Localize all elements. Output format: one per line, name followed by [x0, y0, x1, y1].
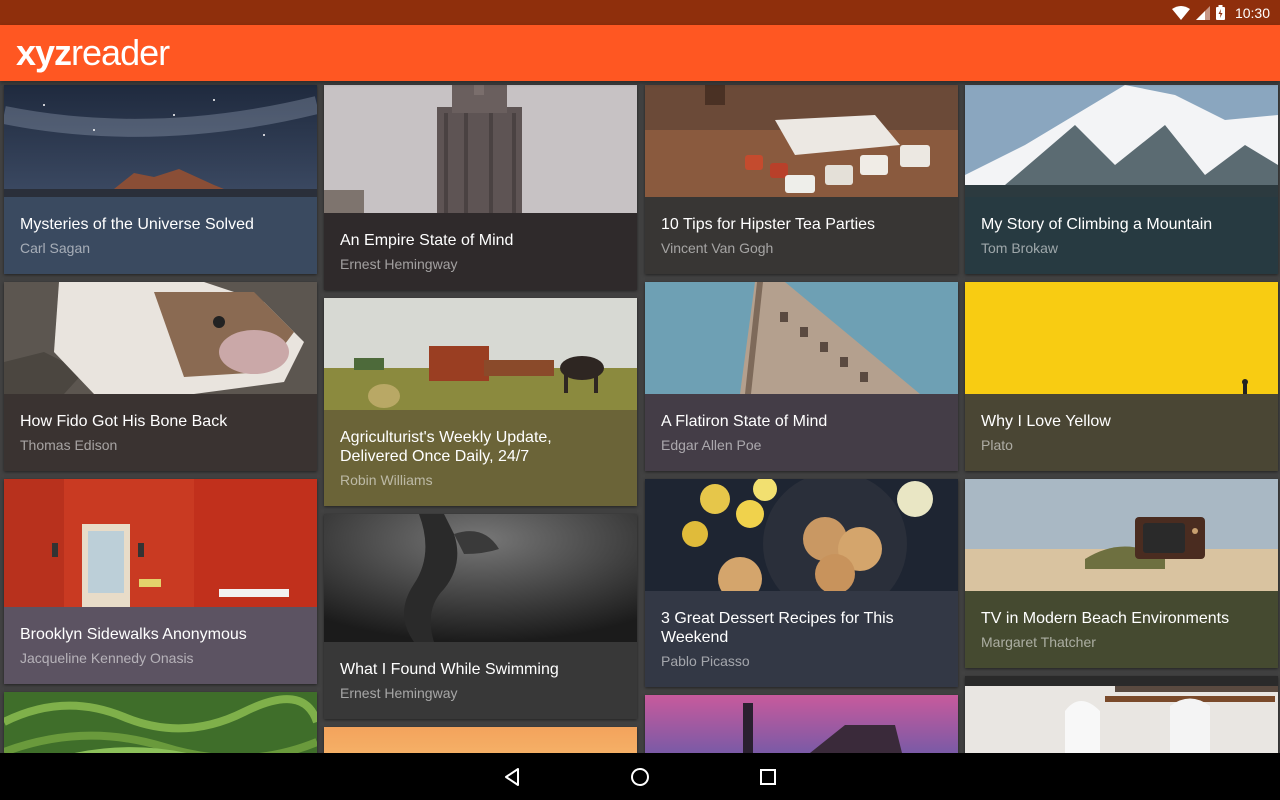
battery-icon [1215, 5, 1225, 20]
article-card[interactable]: Why I Love Yellow Plato [965, 282, 1278, 471]
article-thumbnail [4, 692, 317, 753]
article-author: Carl Sagan [20, 240, 91, 256]
article-thumbnail [324, 85, 637, 213]
article-thumbnail [4, 282, 317, 394]
navigation-bar [0, 753, 1280, 800]
article-card[interactable]: An Empire State of Mind Ernest Hemingway [324, 85, 637, 290]
article-title: 3 Great Dessert Recipes for This Weekend [661, 610, 894, 646]
article-card[interactable] [645, 695, 958, 753]
article-title: Brooklyn Sidewalks Anonymous [20, 626, 247, 643]
app-bar: xyzreader [0, 25, 1280, 81]
article-title: Agriculturist's Weekly Update, Delivered… [340, 429, 552, 465]
article-author: Robin Williams [340, 472, 433, 488]
article-title: My Story of Climbing a Mountain [981, 216, 1213, 233]
article-author: Tom Brokaw [981, 240, 1059, 256]
article-card[interactable]: My Story of Climbing a Mountain Tom Brok… [965, 85, 1278, 274]
home-icon [631, 767, 649, 786]
recents-button[interactable] [754, 763, 782, 791]
article-author: Pablo Picasso [661, 653, 750, 669]
article-author: Ernest Hemingway [340, 256, 458, 272]
back-button[interactable] [498, 763, 526, 791]
article-author: Plato [981, 437, 1013, 453]
article-card[interactable]: 10 Tips for Hipster Tea Parties Vincent … [645, 85, 958, 274]
article-card[interactable]: 3 Great Dessert Recipes for This Weekend… [645, 479, 958, 687]
recents-icon [760, 768, 776, 785]
back-icon [505, 767, 519, 786]
article-thumbnail [965, 676, 1278, 753]
article-card[interactable]: How Fido Got His Bone Back Thomas Edison [4, 282, 317, 471]
status-time: 10:30 [1234, 4, 1270, 21]
article-author: Margaret Thatcher [981, 634, 1096, 650]
article-thumbnail [324, 514, 637, 642]
article-title: TV in Modern Beach Environments [981, 610, 1230, 627]
signal-icon [1195, 5, 1210, 20]
article-title: A Flatiron State of Mind [661, 413, 828, 430]
article-thumbnail [965, 282, 1278, 394]
status-bar: 10:30 [0, 0, 1280, 25]
article-thumbnail [4, 85, 317, 197]
wifi-icon [1171, 5, 1190, 20]
article-title: How Fido Got His Bone Back [20, 413, 228, 430]
article-author: Vincent Van Gogh [661, 240, 774, 256]
article-thumbnail [965, 85, 1278, 197]
article-author: Ernest Hemingway [340, 685, 458, 701]
article-card[interactable]: Mysteries of the Universe Solved Carl Sa… [4, 85, 317, 274]
article-thumbnail [645, 85, 958, 197]
article-thumbnail [645, 479, 958, 591]
article-card[interactable] [324, 727, 637, 753]
article-title: 10 Tips for Hipster Tea Parties [661, 216, 876, 233]
article-thumbnail [324, 298, 637, 410]
article-card[interactable] [4, 692, 317, 753]
article-title: An Empire State of Mind [340, 232, 514, 249]
article-thumbnail [965, 479, 1278, 591]
article-card[interactable]: What I Found While Swimming Ernest Hemin… [324, 514, 637, 719]
article-card[interactable]: A Flatiron State of Mind Edgar Allen Poe [645, 282, 958, 471]
article-title: Mysteries of the Universe Solved [20, 216, 254, 233]
article-card[interactable] [965, 676, 1278, 753]
article-card[interactable]: Agriculturist's Weekly Update, Delivered… [324, 298, 637, 506]
article-card[interactable]: TV in Modern Beach Environments Margaret… [965, 479, 1278, 668]
article-title: Why I Love Yellow [981, 413, 1111, 430]
app-logo: xyzreader [16, 32, 170, 73]
article-card[interactable]: Brooklyn Sidewalks Anonymous Jacqueline … [4, 479, 317, 684]
article-title: What I Found While Swimming [340, 661, 559, 678]
article-author: Edgar Allen Poe [661, 437, 762, 453]
article-author: Jacqueline Kennedy Onasis [20, 650, 194, 666]
article-author: Thomas Edison [20, 437, 118, 453]
article-thumbnail [645, 282, 958, 394]
article-thumbnail [4, 479, 317, 607]
home-button[interactable] [626, 763, 654, 791]
article-thumbnail [645, 695, 958, 753]
article-thumbnail [324, 727, 637, 753]
article-grid[interactable]: Mysteries of the Universe Solved Carl Sa… [0, 81, 1280, 753]
